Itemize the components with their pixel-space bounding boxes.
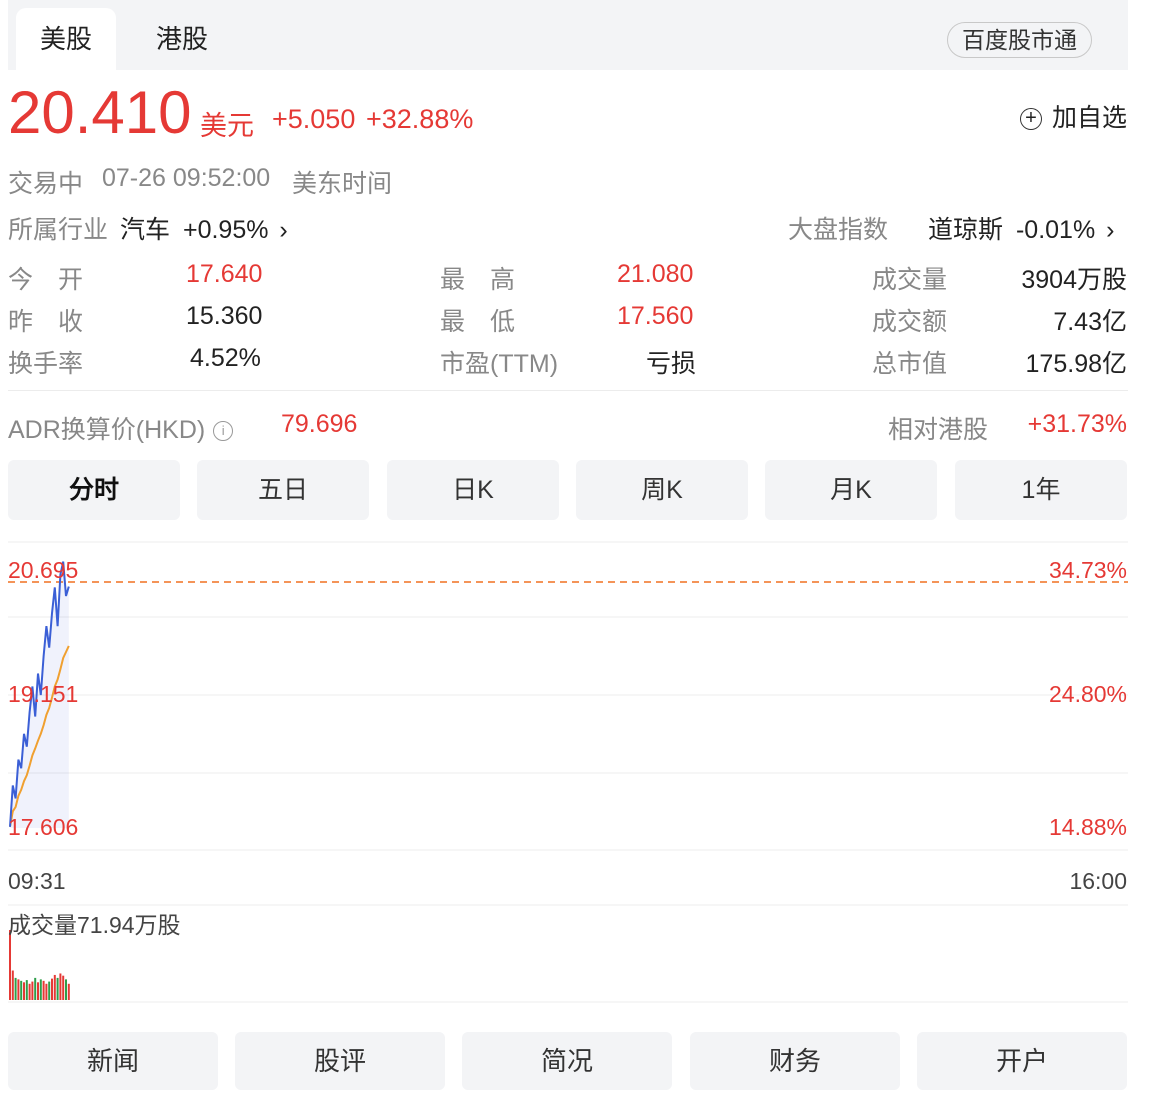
industry-name: 汽车 [120, 216, 171, 244]
volume-bar [65, 979, 67, 1000]
intraday-chart[interactable]: 20.695 19.151 17.606 34.73% 24.80% 14.88… [0, 540, 1152, 1010]
period-tab-daily-k[interactable]: 日K [387, 460, 559, 520]
currency-label: 美元 [200, 111, 254, 141]
x-label-start: 09:31 [8, 868, 66, 894]
stat-pe-label: 市盈(TTM) [440, 350, 559, 378]
trading-status: 交易中 [8, 170, 84, 198]
stock-connect-button[interactable]: 百度股市通 [947, 22, 1092, 58]
volume-bar [17, 979, 20, 1000]
news-button[interactable]: 新闻 [8, 1032, 218, 1090]
volume-bar [37, 982, 39, 1000]
adr-label-group: ADR换算价(HKD) i [8, 410, 234, 446]
trading-time: 07-26 09:52:00 [102, 164, 271, 192]
index-link[interactable]: 道琼斯 -0.01% › [928, 210, 1114, 246]
stat-prev-close-label: 昨 收 [8, 308, 84, 336]
volume-bar [67, 983, 70, 1000]
period-tab-weekly-k[interactable]: 周K [576, 460, 748, 520]
x-label-end: 16:00 [1069, 868, 1127, 894]
stat-volume-label: 成交量 [872, 266, 948, 294]
chevron-right-icon: › [1106, 216, 1115, 244]
price-change-pct: +32.88% [366, 104, 474, 134]
adr-value: 79.696 [281, 410, 358, 438]
period-tab-5day[interactable]: 五日 [197, 460, 369, 520]
stat-low-value: 17.560 [617, 302, 694, 330]
trading-timezone: 美东时间 [292, 170, 393, 198]
volume-bar [25, 980, 28, 1000]
volume-bar [14, 977, 17, 1000]
add-watchlist-label: 加自选 [1051, 104, 1127, 132]
stat-high-value: 21.080 [617, 260, 694, 288]
volume-bar [62, 975, 65, 1000]
pct-label-top: 34.73% [1049, 557, 1127, 583]
y-label-bottom: 17.606 [8, 814, 78, 840]
stat-amount-label: 成交额 [872, 308, 948, 336]
info-icon[interactable]: i [213, 421, 234, 442]
comments-button[interactable]: 股评 [235, 1032, 445, 1090]
stat-amount-value: 7.43亿 [1053, 308, 1127, 336]
y-label-top: 20.695 [8, 557, 78, 583]
stat-market-cap-label: 总市值 [872, 350, 948, 378]
open-account-button[interactable]: 开户 [917, 1032, 1127, 1090]
volume-bar [53, 974, 56, 1000]
market-tab-bar: 美股 港股 百度股市通 [8, 0, 1128, 70]
volume-bar [56, 977, 59, 1000]
volume-bar [34, 977, 37, 1000]
volume-bar [42, 980, 45, 1000]
index-change: -0.01% [1015, 216, 1096, 244]
stat-open-label: 今 开 [8, 266, 84, 294]
chevron-right-icon: › [279, 216, 288, 244]
volume-bar [28, 983, 31, 1000]
volume-bar [45, 983, 48, 1000]
period-tab-1year[interactable]: 1年 [955, 460, 1127, 520]
volume-bar [48, 981, 51, 1000]
adr-label: ADR换算价(HKD) [8, 416, 206, 444]
volume-bar [31, 981, 34, 1000]
price-change: +5.050 [272, 104, 356, 134]
period-tab-monthly-k[interactable]: 月K [765, 460, 937, 520]
volume-bar [20, 980, 23, 1000]
industry-change: +0.95% [182, 216, 269, 244]
index-label: 大盘指数 [788, 216, 889, 244]
stat-turnover-value: 4.52% [190, 344, 261, 372]
industry-link[interactable]: 汽车 +0.95% › [120, 210, 288, 246]
volume-bar [39, 979, 42, 1000]
relative-hk-value: +31.73% [1027, 410, 1127, 438]
section-divider [8, 390, 1128, 391]
pct-label-mid: 24.80% [1049, 681, 1127, 707]
stat-pe-value: 亏损 [646, 350, 697, 378]
current-price: 20.410 [8, 79, 192, 146]
tab-us-stocks[interactable]: 美股 [16, 8, 116, 70]
volume-bar [11, 970, 14, 1000]
period-tab-intraday[interactable]: 分时 [8, 460, 180, 520]
stat-open-value: 17.640 [186, 260, 263, 288]
volume-bar [9, 930, 11, 1000]
financials-button[interactable]: 财务 [690, 1032, 900, 1090]
stat-turnover-label: 换手率 [8, 350, 84, 378]
volume-bar [23, 982, 25, 1000]
volume-bar [51, 978, 53, 1000]
profile-button[interactable]: 简况 [462, 1032, 672, 1090]
volume-total-label: 成交量71.94万股 [8, 912, 181, 938]
volume-bars [9, 930, 70, 1000]
stat-low-label: 最 低 [440, 308, 516, 336]
y-label-mid: 19.151 [8, 681, 78, 707]
stat-high-label: 最 高 [440, 266, 516, 294]
index-name: 道琼斯 [928, 216, 1004, 244]
relative-hk-label: 相对港股 [888, 416, 989, 444]
stat-market-cap-value: 175.98亿 [1025, 350, 1127, 378]
plus-circle-icon: + [1019, 108, 1042, 131]
add-watchlist-button[interactable]: + 加自选 [1019, 98, 1127, 134]
industry-label: 所属行业 [8, 216, 109, 244]
stat-volume-value: 3904万股 [1021, 266, 1127, 294]
pct-label-bottom: 14.88% [1049, 814, 1127, 840]
stat-prev-close-value: 15.360 [186, 302, 263, 330]
volume-bar [59, 973, 62, 1000]
tab-hk-stocks[interactable]: 港股 [132, 8, 232, 70]
